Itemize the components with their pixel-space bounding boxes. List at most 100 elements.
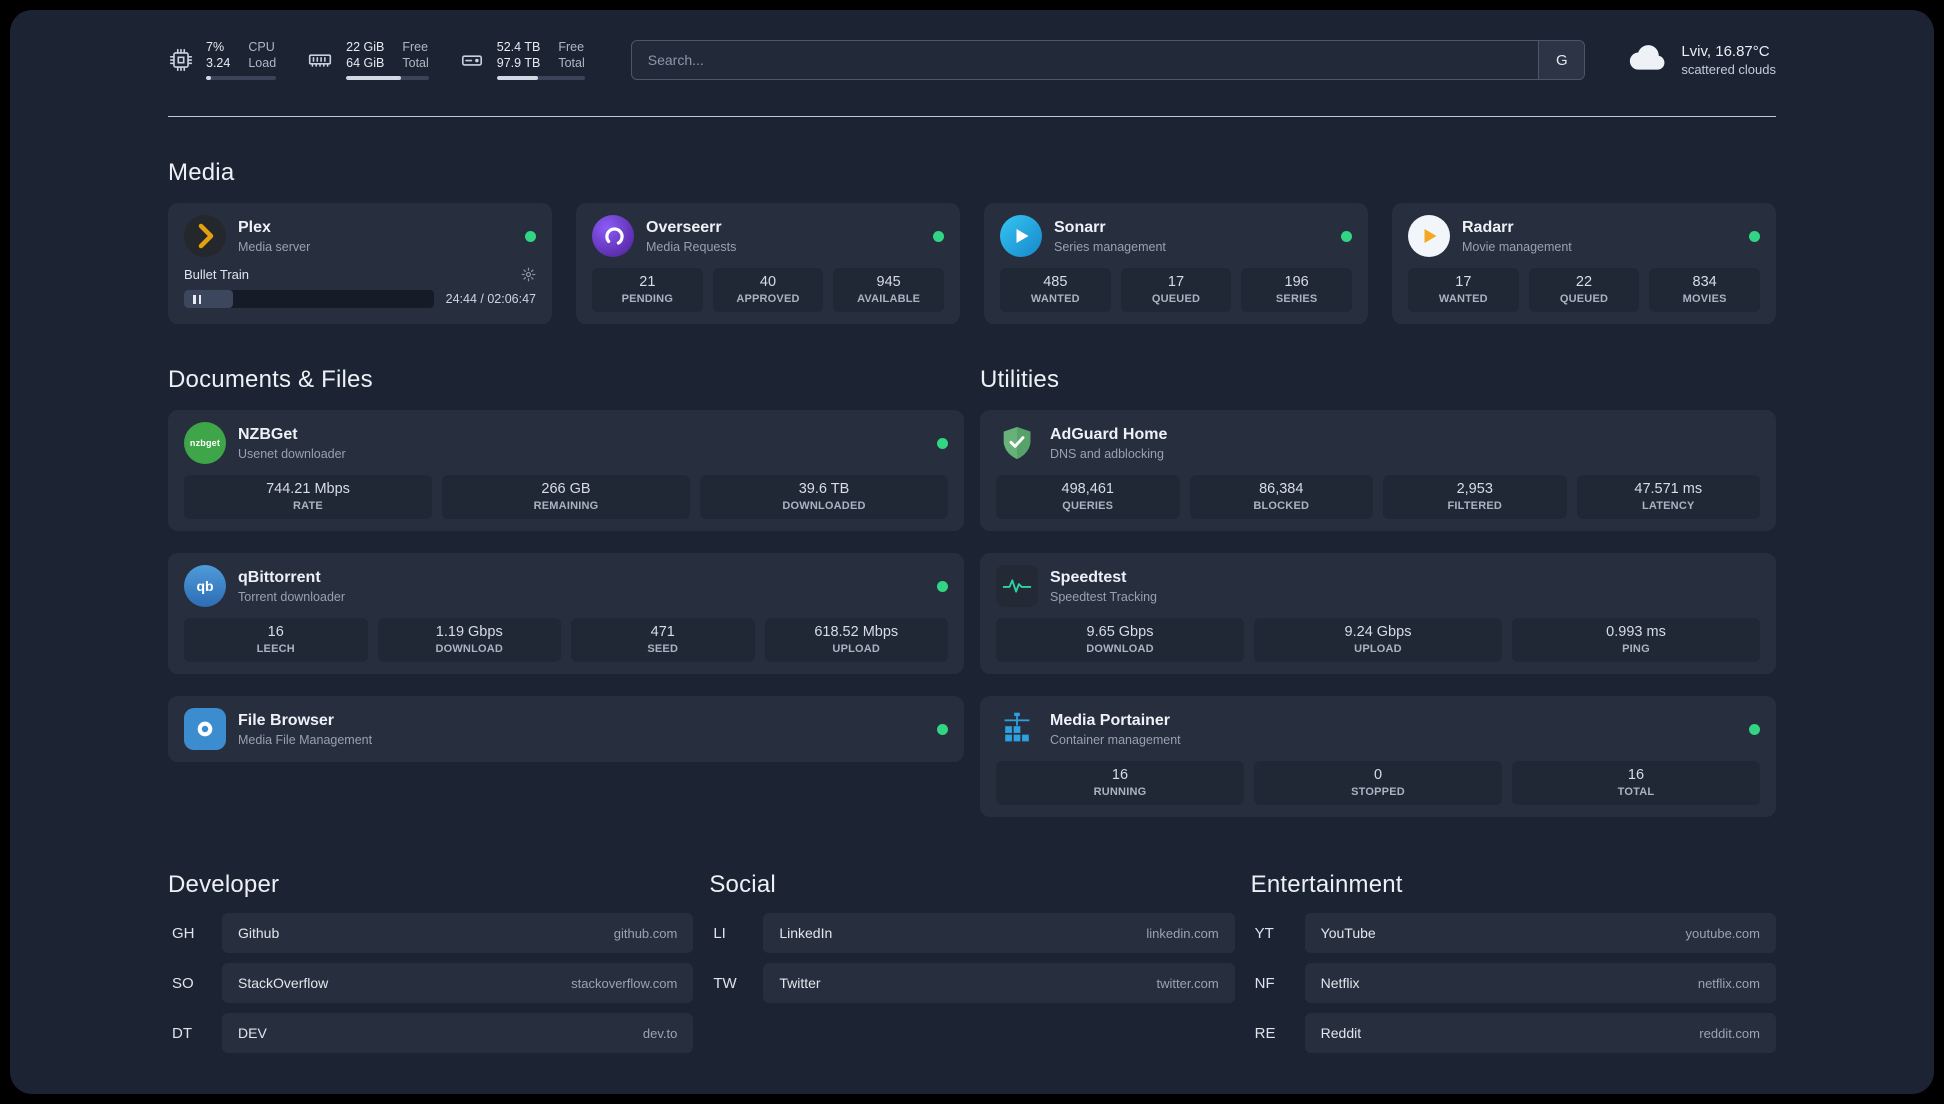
stat-value: 744.21 Mbps <box>266 481 350 497</box>
app-description: DNS and adblocking <box>1050 447 1164 462</box>
bookmark-youtube[interactable]: YT YouTube youtube.com <box>1251 913 1776 953</box>
stat-tile-running: 16 RUNNING <box>996 761 1244 805</box>
app-card-qbittorrent[interactable]: qb qBittorrent Torrent downloader 16 LEE… <box>168 553 964 674</box>
disk-stats: 52.4 TB Free 97.9 TB Total <box>496 40 585 80</box>
app-card-radarr[interactable]: Radarr Movie management 17 WANTED 22 QUE… <box>1392 203 1776 324</box>
documents-column: Documents & Files nzbget NZBGet Usenet d… <box>168 324 964 762</box>
stat-value: 618.52 Mbps <box>814 624 899 640</box>
app-name: Media Portainer <box>1050 711 1171 729</box>
top-bar: 7% CPU 3.24 Load 22 GiB Free 64 GiB Tota… <box>168 40 1776 80</box>
memory-free-value: 22 GiB <box>346 40 385 54</box>
pause-icon[interactable] <box>193 294 201 304</box>
memory-progress-bar <box>346 76 429 80</box>
bookmark-dev[interactable]: DT DEV dev.to <box>168 1013 694 1053</box>
weather-text: Lviv, 16.87°C scattered clouds <box>1681 43 1776 77</box>
stat-value: 16 <box>267 624 284 640</box>
disk-total-value: 97.9 TB <box>496 56 541 70</box>
search-input[interactable] <box>631 41 1539 79</box>
stat-tile-download: 1.19 Gbps DOWNLOAD <box>377 618 561 662</box>
app-card-nzbget[interactable]: nzbget NZBGet Usenet downloader 744.21 M… <box>168 410 964 531</box>
app-text: Plex Media server <box>238 218 310 254</box>
app-description: Media Requests <box>646 240 737 255</box>
bookmark-pill: Github github.com <box>222 913 694 953</box>
bookmark-name: LinkedIn <box>779 925 833 941</box>
app-name: Overseerr <box>646 218 722 236</box>
disk-free-value: 52.4 TB <box>496 40 541 54</box>
app-text: Speedtest Speedtest Tracking <box>1050 568 1157 604</box>
stats-row: 9.65 Gbps DOWNLOAD 9.24 Gbps UPLOAD 0.99… <box>996 618 1760 662</box>
app-card-speedtest[interactable]: Speedtest Speedtest Tracking 9.65 Gbps D… <box>980 553 1776 674</box>
app-text: File Browser Media File Management <box>238 711 372 747</box>
stat-tile-queued: 17 QUEUED <box>1120 268 1232 312</box>
bookmark-abbr: GH <box>172 924 195 942</box>
disk-widget: 52.4 TB Free 97.9 TB Total <box>459 40 585 80</box>
bookmark-netflix[interactable]: NF Netflix netflix.com <box>1251 963 1776 1003</box>
bookmark-name: Twitter <box>779 975 821 991</box>
settings-gear-icon[interactable] <box>521 267 536 282</box>
app-card-sonarr[interactable]: Sonarr Series management 485 WANTED 17 Q… <box>984 203 1368 324</box>
app-text: Media Portainer Container management <box>1050 711 1181 747</box>
playback-progress-bar[interactable] <box>184 290 434 308</box>
stat-label: APPROVED <box>736 293 800 305</box>
media-cards-row: Plex Media server Bullet Train 24:44 / 0… <box>168 203 1776 324</box>
app-description: Movie management <box>1462 240 1572 255</box>
stat-tile-total: 16 TOTAL <box>1512 761 1760 805</box>
stat-value: 9.24 Gbps <box>1344 624 1412 640</box>
bookmark-url: github.com <box>613 925 678 941</box>
disk-progress-bar <box>496 76 585 80</box>
bookmark-abbr: SO <box>172 974 194 992</box>
search-bar: G <box>630 40 1586 80</box>
stat-value: 266 GB <box>541 481 591 497</box>
bookmark-name: StackOverflow <box>238 975 329 991</box>
bookmark-reddit[interactable]: RE Reddit reddit.com <box>1251 1013 1776 1053</box>
app-text: Overseerr Media Requests <box>646 218 736 254</box>
bookmark-name: Netflix <box>1320 975 1360 991</box>
card-header: Media Portainer Container management <box>996 708 1760 750</box>
bookmark-abbr: YT <box>1254 924 1274 942</box>
bookmark-twitter[interactable]: TW Twitter twitter.com <box>709 963 1235 1003</box>
stat-tile-latency: 47.571 ms LATENCY <box>1576 475 1760 519</box>
disk-total-label: Total <box>558 56 585 70</box>
portainer-icon <box>996 708 1038 750</box>
bookmark-linkedin[interactable]: LI LinkedIn linkedin.com <box>709 913 1235 953</box>
search-provider-button[interactable]: G <box>1538 41 1585 79</box>
app-name: Sonarr <box>1054 218 1106 236</box>
bookmark-github[interactable]: GH Github github.com <box>168 913 694 953</box>
app-card-filebrowser[interactable]: File Browser Media File Management <box>168 696 964 762</box>
stat-tile-upload: 618.52 Mbps UPLOAD <box>764 618 948 662</box>
app-card-portainer[interactable]: Media Portainer Container management 16 … <box>980 696 1776 817</box>
plex-icon <box>184 215 226 257</box>
bookmark-stackoverflow[interactable]: SO StackOverflow stackoverflow.com <box>168 963 694 1003</box>
stats-row: 21 PENDING 40 APPROVED 945 AVAILABLE <box>592 268 944 312</box>
section-title-developer: Developer <box>168 871 280 898</box>
app-name: AdGuard Home <box>1050 425 1168 443</box>
card-header: Radarr Movie management <box>1408 215 1760 257</box>
stat-label: WANTED <box>1030 293 1080 305</box>
adguard-icon <box>996 422 1038 464</box>
cpu-progress-bar <box>206 76 277 80</box>
bookmark-pill: Netflix netflix.com <box>1304 963 1776 1003</box>
stat-value: 0 <box>1373 767 1383 783</box>
app-description: Container management <box>1050 733 1181 748</box>
status-indicator-online <box>933 230 944 242</box>
nzbget-icon: nzbget <box>184 422 226 464</box>
app-name: NZBGet <box>238 425 298 443</box>
cpu-load-value: 3.24 <box>206 56 231 70</box>
bookmarks-developer: Developer GH Github github.com SO StackO… <box>168 871 694 1063</box>
stat-tile-seed: 471 SEED <box>571 618 755 662</box>
app-description: Media File Management <box>238 733 373 748</box>
app-card-plex[interactable]: Plex Media server Bullet Train 24:44 / 0… <box>168 203 552 324</box>
app-description: Usenet downloader <box>238 447 346 462</box>
stat-label: WANTED <box>1438 293 1488 305</box>
stat-label: DOWNLOAD <box>435 643 504 655</box>
card-header: qb qBittorrent Torrent downloader <box>184 565 948 607</box>
bookmarks-entertainment: Entertainment YT YouTube youtube.com NF … <box>1251 871 1776 1063</box>
bookmark-pill: StackOverflow stackoverflow.com <box>222 963 694 1003</box>
app-card-adguard[interactable]: AdGuard Home DNS and adblocking 498,461 … <box>980 410 1776 531</box>
stat-value: 2,953 <box>1456 481 1493 497</box>
app-card-overseerr[interactable]: Overseerr Media Requests 21 PENDING 40 A… <box>576 203 960 324</box>
card-header: Overseerr Media Requests <box>592 215 944 257</box>
bookmark-url: youtube.com <box>1685 925 1760 941</box>
stat-label: FILTERED <box>1447 500 1503 512</box>
stat-value: 17 <box>1167 274 1185 290</box>
